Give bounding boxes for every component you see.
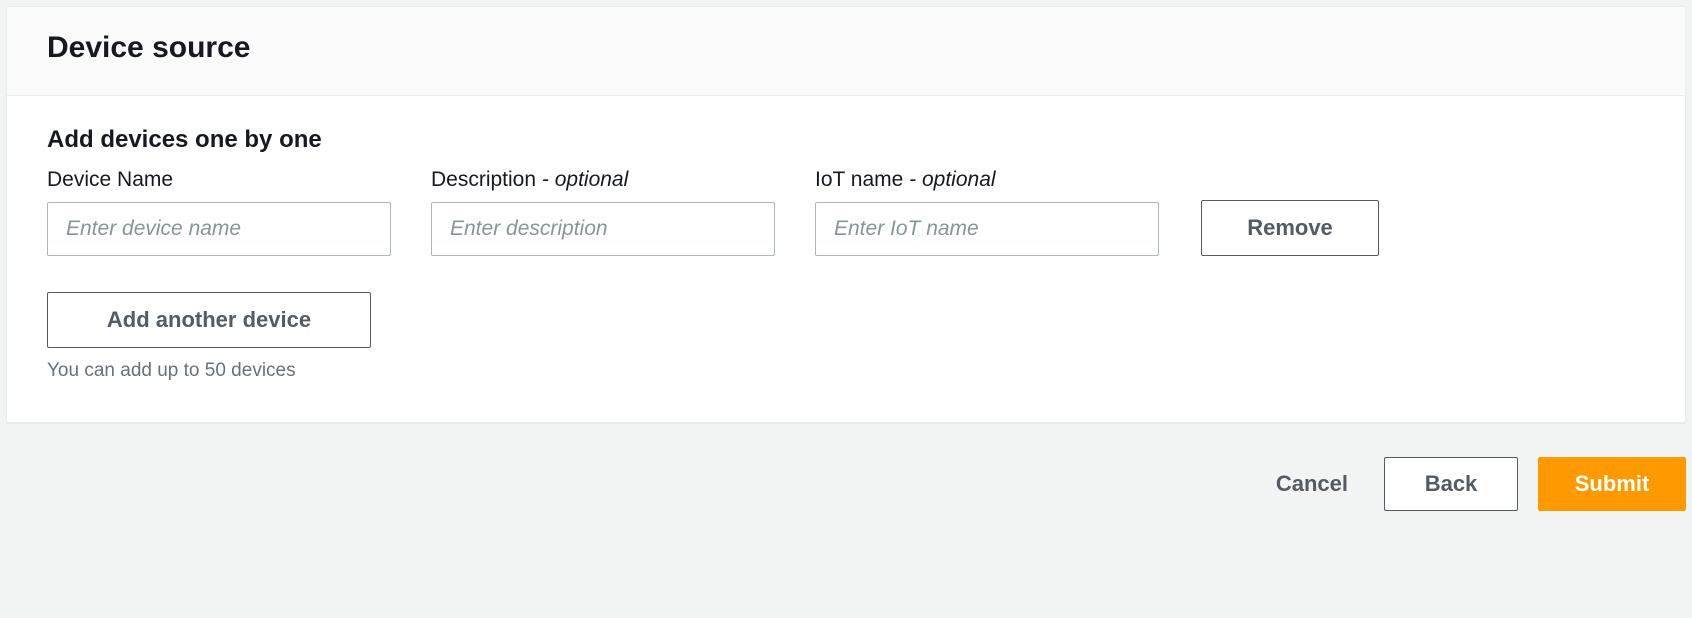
device-name-label: Device Name [47,168,391,192]
description-label-optional: - optional [536,168,628,191]
helper-text: You can add up to 50 devices [47,360,1645,382]
add-another-device-button[interactable]: Add another device [47,292,371,348]
submit-button[interactable]: Submit [1538,457,1686,511]
description-field: Description - optional [431,168,775,256]
iot-name-label: IoT name - optional [815,168,1159,192]
panel-header: Device source [7,7,1685,96]
section-title: Add devices one by one [47,126,1645,154]
footer-actions: Cancel Back Submit [0,429,1692,511]
cancel-button[interactable]: Cancel [1260,471,1364,497]
remove-button[interactable]: Remove [1201,200,1379,256]
back-button[interactable]: Back [1384,457,1518,511]
panel-title: Device source [47,31,1645,65]
iot-name-label-optional: - optional [903,168,995,191]
panel-body: Add devices one by one Device Name Descr… [7,96,1685,422]
device-name-input[interactable] [47,202,391,256]
description-label-base: Description [431,168,536,191]
device-row: Device Name Description - optional IoT n… [47,168,1645,256]
description-input[interactable] [431,202,775,256]
device-source-panel: Device source Add devices one by one Dev… [6,6,1686,423]
iot-name-field: IoT name - optional [815,168,1159,256]
iot-name-input[interactable] [815,202,1159,256]
description-label: Description - optional [431,168,775,192]
device-name-field: Device Name [47,168,391,256]
iot-name-label-base: IoT name [815,168,903,191]
